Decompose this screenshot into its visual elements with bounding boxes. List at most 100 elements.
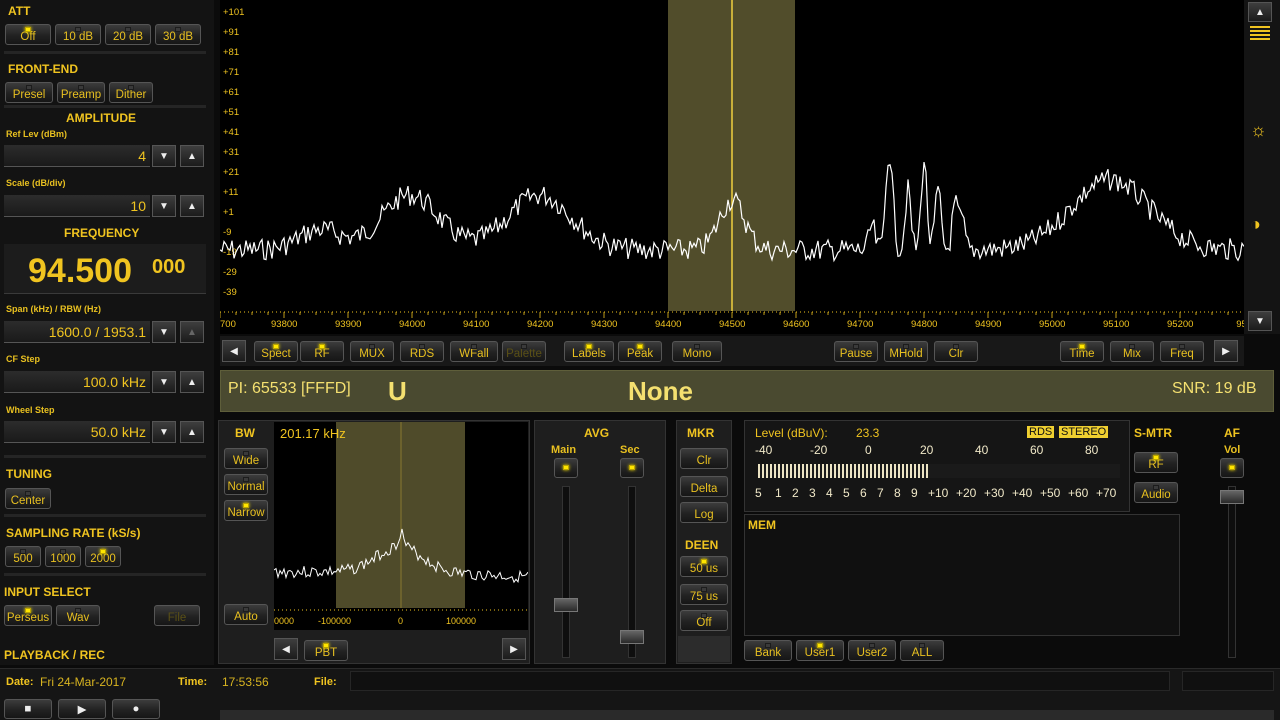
- x-axis-label: 94400: [655, 319, 681, 330]
- att-30db-button[interactable]: 30 dB: [155, 24, 201, 45]
- att-10db-button[interactable]: 10 dB: [55, 24, 101, 45]
- bw-normal-button[interactable]: Normal: [224, 474, 268, 495]
- divider: [4, 573, 206, 576]
- avg-main-slider-thumb[interactable]: [554, 598, 578, 612]
- level-slider-icon[interactable]: [1250, 26, 1270, 42]
- af-vol-slider-thumb[interactable]: [1220, 490, 1244, 504]
- input-file-button[interactable]: File: [154, 605, 200, 626]
- presel-button[interactable]: Presel: [5, 82, 53, 103]
- scroll-down-button[interactable]: ▼: [1248, 311, 1272, 331]
- level-scale-label: 20: [920, 443, 934, 457]
- deen-75us-button[interactable]: 75 us: [680, 584, 728, 605]
- att-20db-button[interactable]: 20 dB: [105, 24, 151, 45]
- mem-bank-button[interactable]: Bank: [744, 640, 792, 661]
- toolbar-mix-button[interactable]: Mix: [1110, 341, 1154, 362]
- mem-user2-button[interactable]: User2: [848, 640, 896, 661]
- spectrum-right-button[interactable]: ▶: [1214, 340, 1238, 362]
- bw-wide-button[interactable]: Wide: [224, 448, 268, 469]
- toolbar-rf-button[interactable]: RF: [300, 341, 344, 362]
- scale-label: Scale (dB/div): [6, 178, 66, 188]
- toolbar-wfall-button[interactable]: WFall: [450, 341, 498, 362]
- att-off-button[interactable]: Off: [5, 24, 51, 45]
- contrast-icon[interactable]: ◑: [1250, 214, 1261, 235]
- avg-main-led: [563, 465, 569, 470]
- toolbar-mono-button[interactable]: Mono: [672, 341, 722, 362]
- toolbar-clr-button[interactable]: Clr: [934, 341, 978, 362]
- toolbar-mhold-button[interactable]: MHold: [884, 341, 928, 362]
- toolbar-mux-button[interactable]: MUX: [350, 341, 394, 362]
- avg-main-slider-track[interactable]: [562, 486, 570, 658]
- pbt-button[interactable]: PBT: [304, 640, 348, 661]
- x-axis-label: 95100: [1103, 319, 1129, 330]
- span-up-button[interactable]: ▲: [180, 321, 204, 343]
- play-button[interactable]: ▶: [58, 699, 106, 719]
- af-vol-button[interactable]: [1220, 458, 1244, 478]
- deen-off-button[interactable]: Off: [680, 610, 728, 631]
- record-button[interactable]: ●: [112, 699, 160, 719]
- if-spectrum-display[interactable]: 201.17 kHz 0000 -100000 0 100000: [274, 422, 528, 630]
- mem-all-button[interactable]: ALL: [900, 640, 944, 661]
- cf-step-field[interactable]: 100.0 kHz: [4, 371, 150, 393]
- stop-button[interactable]: ■: [4, 699, 52, 719]
- toolbar-time-button[interactable]: Time: [1060, 341, 1104, 362]
- toolbar-peak-button[interactable]: Peak: [618, 341, 662, 362]
- wheel-step-up-button[interactable]: ▲: [180, 421, 204, 443]
- brightness-icon[interactable]: ☼: [1250, 120, 1267, 141]
- deen-title: DEEN: [685, 538, 719, 552]
- playback-progress-bar[interactable]: [220, 710, 1274, 720]
- frequency-fine-readout: 000: [152, 256, 186, 278]
- ref-lev-up-button[interactable]: ▲: [180, 145, 204, 167]
- input-wav-led: [75, 608, 81, 613]
- scale-up-button[interactable]: ▲: [180, 195, 204, 217]
- toolbar-labels-button[interactable]: Labels: [564, 341, 614, 362]
- mem-user1-button[interactable]: User1: [796, 640, 844, 661]
- toolbar-spect-button[interactable]: Spect: [254, 341, 298, 362]
- scale-field[interactable]: 10: [4, 195, 150, 217]
- sampling-500-button[interactable]: 500: [5, 546, 41, 567]
- toolbar-freq-button[interactable]: Freq: [1160, 341, 1204, 362]
- af-vol-slider-track[interactable]: [1228, 486, 1236, 658]
- x-axis-label: 700: [220, 319, 236, 330]
- preamp-button[interactable]: Preamp: [57, 82, 105, 103]
- mkr-clr-button[interactable]: Clr: [680, 448, 728, 469]
- spectrum-left-button[interactable]: ◀: [222, 340, 246, 362]
- pbt-left-button[interactable]: ◀: [274, 638, 298, 660]
- ref-lev-down-button[interactable]: ▼: [152, 145, 176, 167]
- ref-lev-field[interactable]: 4: [4, 145, 150, 167]
- spectrum-display[interactable]: +101+91+81+71+61+51+41+31+21+11+1-9-19-2…: [220, 0, 1244, 334]
- smtr-rf-button[interactable]: RF: [1134, 452, 1178, 473]
- avg-sec-button[interactable]: [620, 458, 644, 478]
- bw-auto-button[interactable]: Auto: [224, 604, 268, 625]
- avg-main-button[interactable]: [554, 458, 578, 478]
- sampling-2000-button[interactable]: 2000: [85, 546, 121, 567]
- scale-down-button[interactable]: ▼: [152, 195, 176, 217]
- y-axis-label: +11: [223, 187, 238, 198]
- sampling-1000-button[interactable]: 1000: [45, 546, 81, 567]
- wheel-step-down-button[interactable]: ▼: [152, 421, 176, 443]
- input-perseus-button[interactable]: Perseus: [4, 605, 52, 626]
- toolbar-pause-button[interactable]: Pause: [834, 341, 878, 362]
- mkr-delta-button[interactable]: Delta: [680, 476, 728, 497]
- center-button[interactable]: Center: [5, 488, 51, 509]
- wheel-step-field[interactable]: 50.0 kHz: [4, 421, 150, 443]
- toolbar-pause-led: [853, 344, 859, 349]
- cf-step-up-button[interactable]: ▲: [180, 371, 204, 393]
- att-20db-led: [125, 27, 131, 32]
- bw-narrow-button[interactable]: Narrow: [224, 500, 268, 521]
- level-scale-label: 5: [755, 486, 762, 500]
- mkr-log-button[interactable]: Log: [680, 502, 728, 523]
- avg-sec-slider-thumb[interactable]: [620, 630, 644, 644]
- cf-step-down-button[interactable]: ▼: [152, 371, 176, 393]
- deen-50us-button[interactable]: 50 us: [680, 556, 728, 577]
- dither-button[interactable]: Dither: [109, 82, 153, 103]
- pbt-right-button[interactable]: ▶: [502, 638, 526, 660]
- level-scale-label: +10: [928, 486, 949, 500]
- span-field[interactable]: 1600.0 / 1953.1: [4, 321, 150, 343]
- toolbar-palette-button[interactable]: Palette: [502, 341, 546, 362]
- att-10db-led: [75, 27, 81, 32]
- smtr-audio-button[interactable]: Audio: [1134, 482, 1178, 503]
- scroll-up-button[interactable]: ▲: [1248, 2, 1272, 22]
- toolbar-rds-button[interactable]: RDS: [400, 341, 444, 362]
- span-down-button[interactable]: ▼: [152, 321, 176, 343]
- input-wav-button[interactable]: Wav: [56, 605, 100, 626]
